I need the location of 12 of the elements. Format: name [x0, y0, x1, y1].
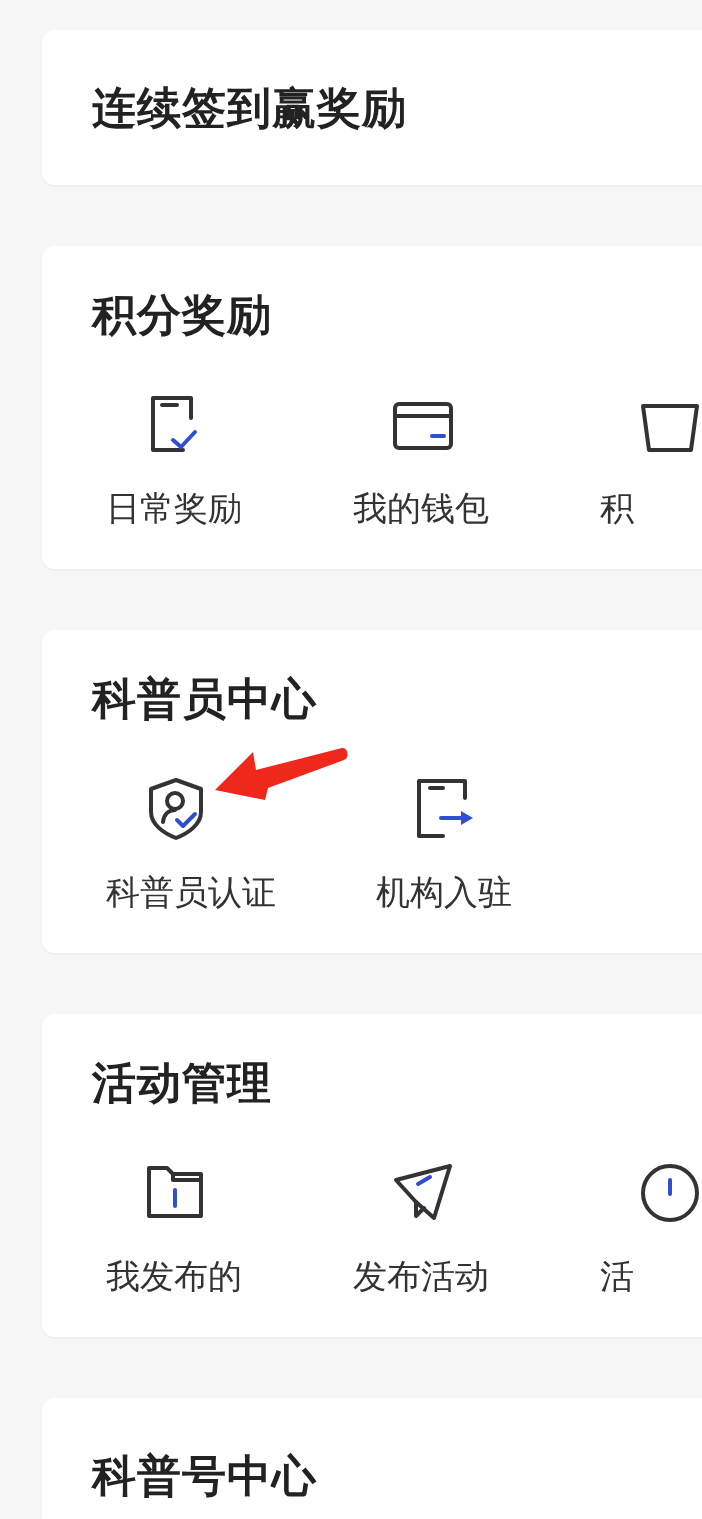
section-title: 积分奖励 [90, 288, 273, 342]
shortcut-button[interactable]: 机构入驻 [351, 776, 541, 912]
section-title: 活动管理 [91, 1056, 273, 1110]
shortcut-button[interactable]: 日常奖励 [81, 392, 248, 528]
shortcut-button[interactable]: 活 [575, 1160, 702, 1296]
shortcut-button[interactable]: 积 [575, 392, 702, 528]
shortcut-button[interactable]: 发布活动 [328, 1160, 495, 1296]
section-title: 连续签到赢奖励 [91, 81, 408, 135]
section-title: 科普号中心 [90, 1449, 318, 1503]
shortcut-button[interactable]: 我的钱包 [328, 392, 495, 528]
shortcut-button[interactable]: 我发布的 [81, 1160, 248, 1296]
section-title: 科普员中心 [90, 672, 318, 726]
